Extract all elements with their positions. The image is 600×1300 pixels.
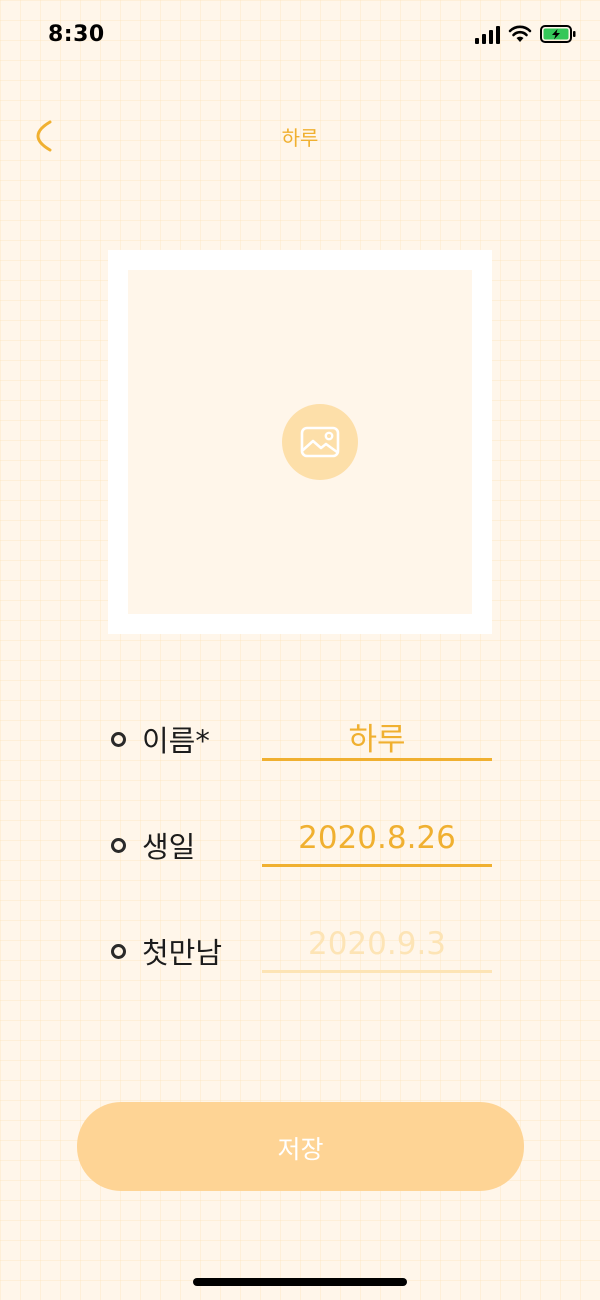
bullet-icon — [111, 838, 126, 853]
photo-frame — [108, 250, 492, 634]
save-label: 저장 — [277, 1135, 324, 1164]
birthday-row: 생일 2020.8.26 — [108, 806, 492, 886]
status-time: 8:30 — [48, 22, 105, 47]
birthday-underline — [262, 864, 492, 867]
bullet-icon — [111, 944, 126, 959]
name-value: 하루 — [348, 722, 406, 758]
wifi-icon — [508, 25, 532, 42]
image-icon — [300, 426, 340, 458]
first-meeting-label: 첫만남 — [142, 936, 223, 970]
status-icons — [475, 24, 576, 44]
first-meeting-value: 2020.9.3 — [307, 926, 447, 962]
birthday-field[interactable]: 2020.8.26 — [262, 812, 492, 867]
name-underline — [262, 758, 492, 761]
name-row: 이름* 하루 — [108, 700, 492, 780]
bullet-icon — [111, 732, 126, 747]
add-photo-button[interactable] — [282, 404, 358, 480]
first-meeting-underline — [262, 970, 492, 973]
name-label: 이름* — [142, 724, 210, 758]
status-bar: 8:30 — [0, 0, 600, 72]
first-meeting-field[interactable]: 2020.9.3 — [262, 918, 492, 973]
header: 하루 — [0, 100, 600, 170]
birthday-value: 2020.8.26 — [298, 820, 456, 856]
save-button[interactable]: 저장 — [77, 1102, 524, 1191]
battery-charging-icon — [540, 25, 576, 43]
first-meeting-row: 첫만남 2020.9.3 — [108, 912, 492, 992]
signal-icon — [475, 24, 500, 44]
photo-placeholder — [128, 270, 472, 614]
page-title: 하루 — [281, 126, 319, 150]
name-field[interactable]: 하루 — [262, 706, 492, 761]
birthday-label: 생일 — [142, 830, 196, 864]
home-indicator — [193, 1278, 407, 1286]
